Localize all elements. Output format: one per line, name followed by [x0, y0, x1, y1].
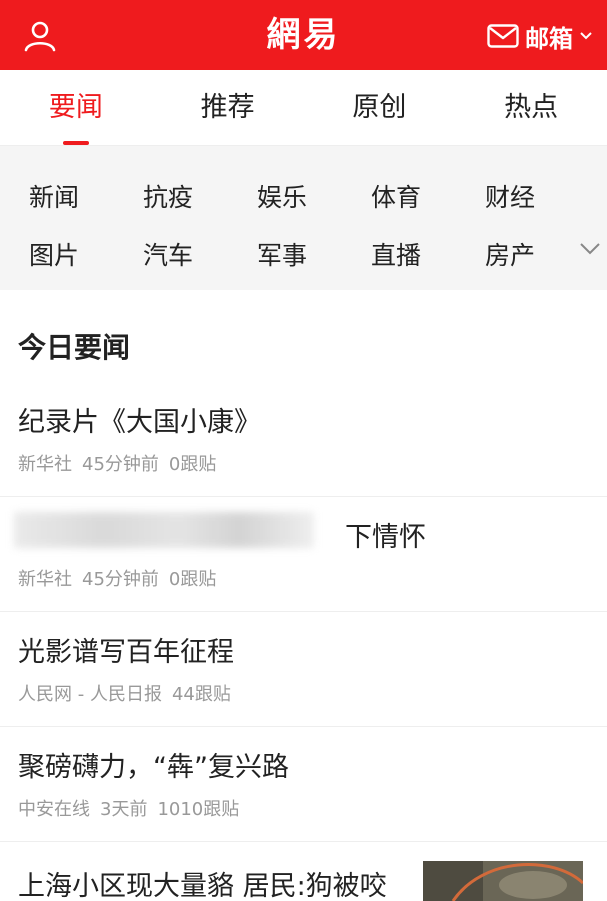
channel-finance[interactable]: 财经: [485, 178, 585, 214]
news-source: 人民网 - 人民日报: [18, 684, 162, 705]
active-tab-indicator: [62, 141, 89, 145]
news-comments: 1010跟贴: [157, 799, 240, 820]
news-time: 45分钟前: [82, 569, 159, 590]
news-source: 新华社: [18, 569, 72, 590]
news-meta: 中安在线 3天前 1010跟贴: [18, 795, 249, 821]
news-item[interactable]: 聚磅礴力，“犇”复兴路 中安在线 3天前 1010跟贴: [0, 727, 607, 842]
news-time: 45分钟前: [82, 454, 159, 475]
news-comments: 0跟贴: [168, 454, 217, 475]
news-title: 下情怀: [345, 522, 426, 553]
news-title: 聚磅礴力，“犇”复兴路: [18, 752, 289, 783]
channel-grid: 新闻 抗疫 娱乐 体育 财经 图片 汽车 军事 直播 房产: [0, 146, 607, 290]
top-bar: 網易 邮箱: [0, 0, 607, 70]
channel-news[interactable]: 新闻: [29, 178, 129, 214]
news-item[interactable]: 纪录片《大国小康》 新华社 45分钟前 0跟贴: [0, 382, 607, 497]
mail-button[interactable]: 邮箱: [487, 18, 593, 54]
news-source: 中安在线: [18, 799, 90, 820]
news-meta: 人民网 - 人民日报 44跟贴: [18, 680, 241, 706]
news-item[interactable]: 光影谱写百年征程 人民网 - 人民日报 44跟贴: [0, 612, 607, 727]
chevron-down-icon: [580, 32, 592, 40]
news-comments: 44跟贴: [171, 684, 231, 705]
thumbnail-picture: [423, 861, 583, 901]
tab-important-news[interactable]: 要闻: [0, 70, 152, 145]
tab-label: 推荐: [200, 92, 255, 123]
news-meta: 新华社 45分钟前 0跟贴: [18, 450, 226, 476]
channel-auto[interactable]: 汽车: [143, 236, 243, 272]
channel-sports[interactable]: 体育: [371, 178, 471, 214]
news-title: 上海小区现大量貉 居民:狗被咬: [18, 871, 387, 901]
channel-epidemic[interactable]: 抗疫: [143, 178, 243, 214]
expand-channels-icon[interactable]: [576, 238, 604, 260]
news-meta: 新华社 45分钟前 0跟贴: [18, 565, 226, 591]
news-time: 3天前: [100, 799, 148, 820]
news-source: 新华社: [18, 454, 72, 475]
channel-photos[interactable]: 图片: [29, 236, 129, 272]
news-thumbnail-image[interactable]: [423, 861, 583, 901]
tab-label: 要闻: [48, 92, 103, 123]
channel-entertainment[interactable]: 娱乐: [257, 178, 357, 214]
news-title: 光影谱写百年征程: [18, 637, 234, 668]
tab-recommend[interactable]: 推荐: [152, 70, 304, 145]
tab-label: 原创: [352, 92, 407, 123]
tab-label: 热点: [504, 92, 559, 123]
channel-realestate[interactable]: 房产: [485, 236, 585, 272]
main-tabs: 要闻 推荐 原创 热点: [0, 70, 607, 146]
tab-hot[interactable]: 热点: [455, 70, 607, 145]
channel-live[interactable]: 直播: [371, 236, 471, 272]
mail-icon: [487, 24, 519, 48]
mail-label: 邮箱: [525, 24, 573, 53]
redacted-title-blur: [14, 512, 314, 548]
news-title: 纪录片《大国小康》: [18, 407, 261, 438]
tab-original[interactable]: 原创: [304, 70, 456, 145]
channel-military[interactable]: 军事: [257, 236, 357, 272]
news-comments: 0跟贴: [168, 569, 217, 590]
section-title: 今日要闻: [18, 331, 131, 364]
